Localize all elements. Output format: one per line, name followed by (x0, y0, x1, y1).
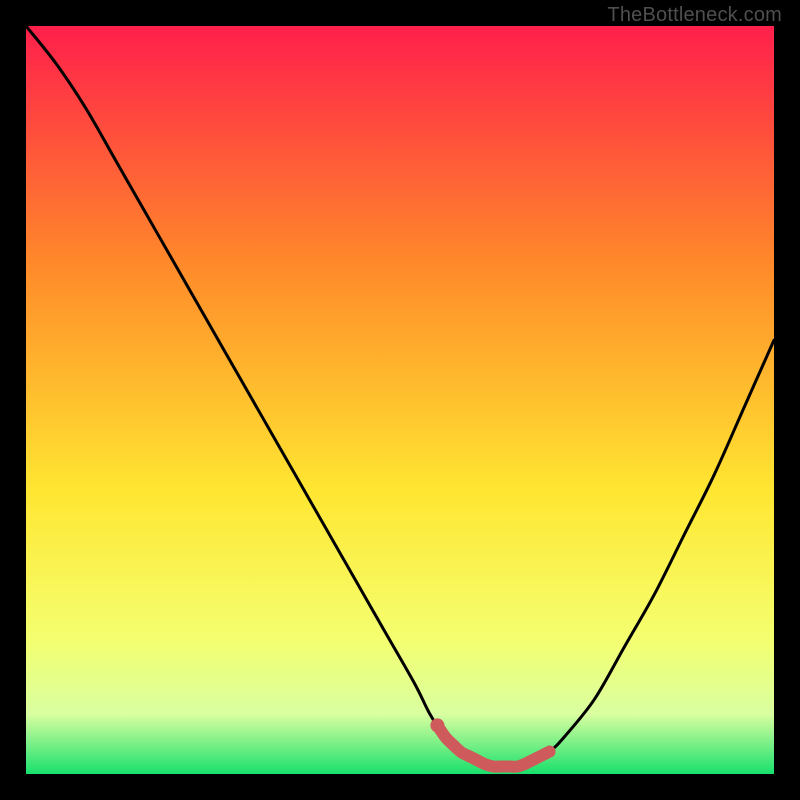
plot-area (26, 26, 774, 774)
chart-svg (26, 26, 774, 774)
optimal-start-dot (430, 718, 444, 732)
chart-container: TheBottleneck.com (0, 0, 800, 800)
gradient-background (26, 26, 774, 774)
watermark-text: TheBottleneck.com (607, 4, 782, 27)
